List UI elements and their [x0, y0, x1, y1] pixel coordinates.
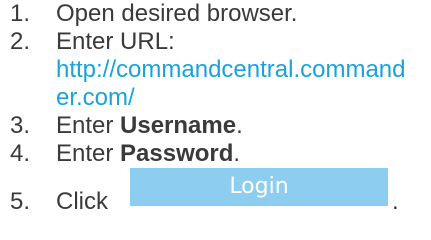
step-text-prefix: Enter [56, 112, 121, 139]
step-enter-username: 3. Enter Username. [0, 112, 431, 140]
step-text: Open desired browser. [56, 0, 298, 27]
step-number: 5. [10, 188, 31, 215]
step-open-browser: 1. Open desired browser. [0, 0, 431, 28]
password-label: Password [120, 140, 234, 167]
login-button[interactable]: Login [130, 168, 388, 206]
step-text-suffix: . [233, 140, 241, 167]
step-text-suffix: . [392, 188, 399, 215]
url-link[interactable]: http://commandcentral.commander.com/ [56, 56, 406, 112]
step-enter-password: 4. Enter Password. [0, 140, 431, 168]
instructions-list: 1. Open desired browser. 2. Enter URL: h… [0, 0, 431, 216]
step-text-prefix: Click [56, 188, 108, 215]
step-text: Enter URL: [56, 28, 175, 55]
username-label: Username [120, 112, 237, 139]
step-text-prefix: Enter [56, 140, 121, 167]
step-number: 2. [10, 28, 31, 55]
step-number: 4. [10, 140, 31, 167]
step-number: 3. [10, 112, 31, 139]
step-number: 1. [10, 0, 31, 27]
step-enter-url: 2. Enter URL: http://commandcentral.comm… [0, 28, 431, 112]
step-text-suffix: . [236, 112, 243, 139]
step-click-login: 5. Click Login . [0, 168, 431, 216]
